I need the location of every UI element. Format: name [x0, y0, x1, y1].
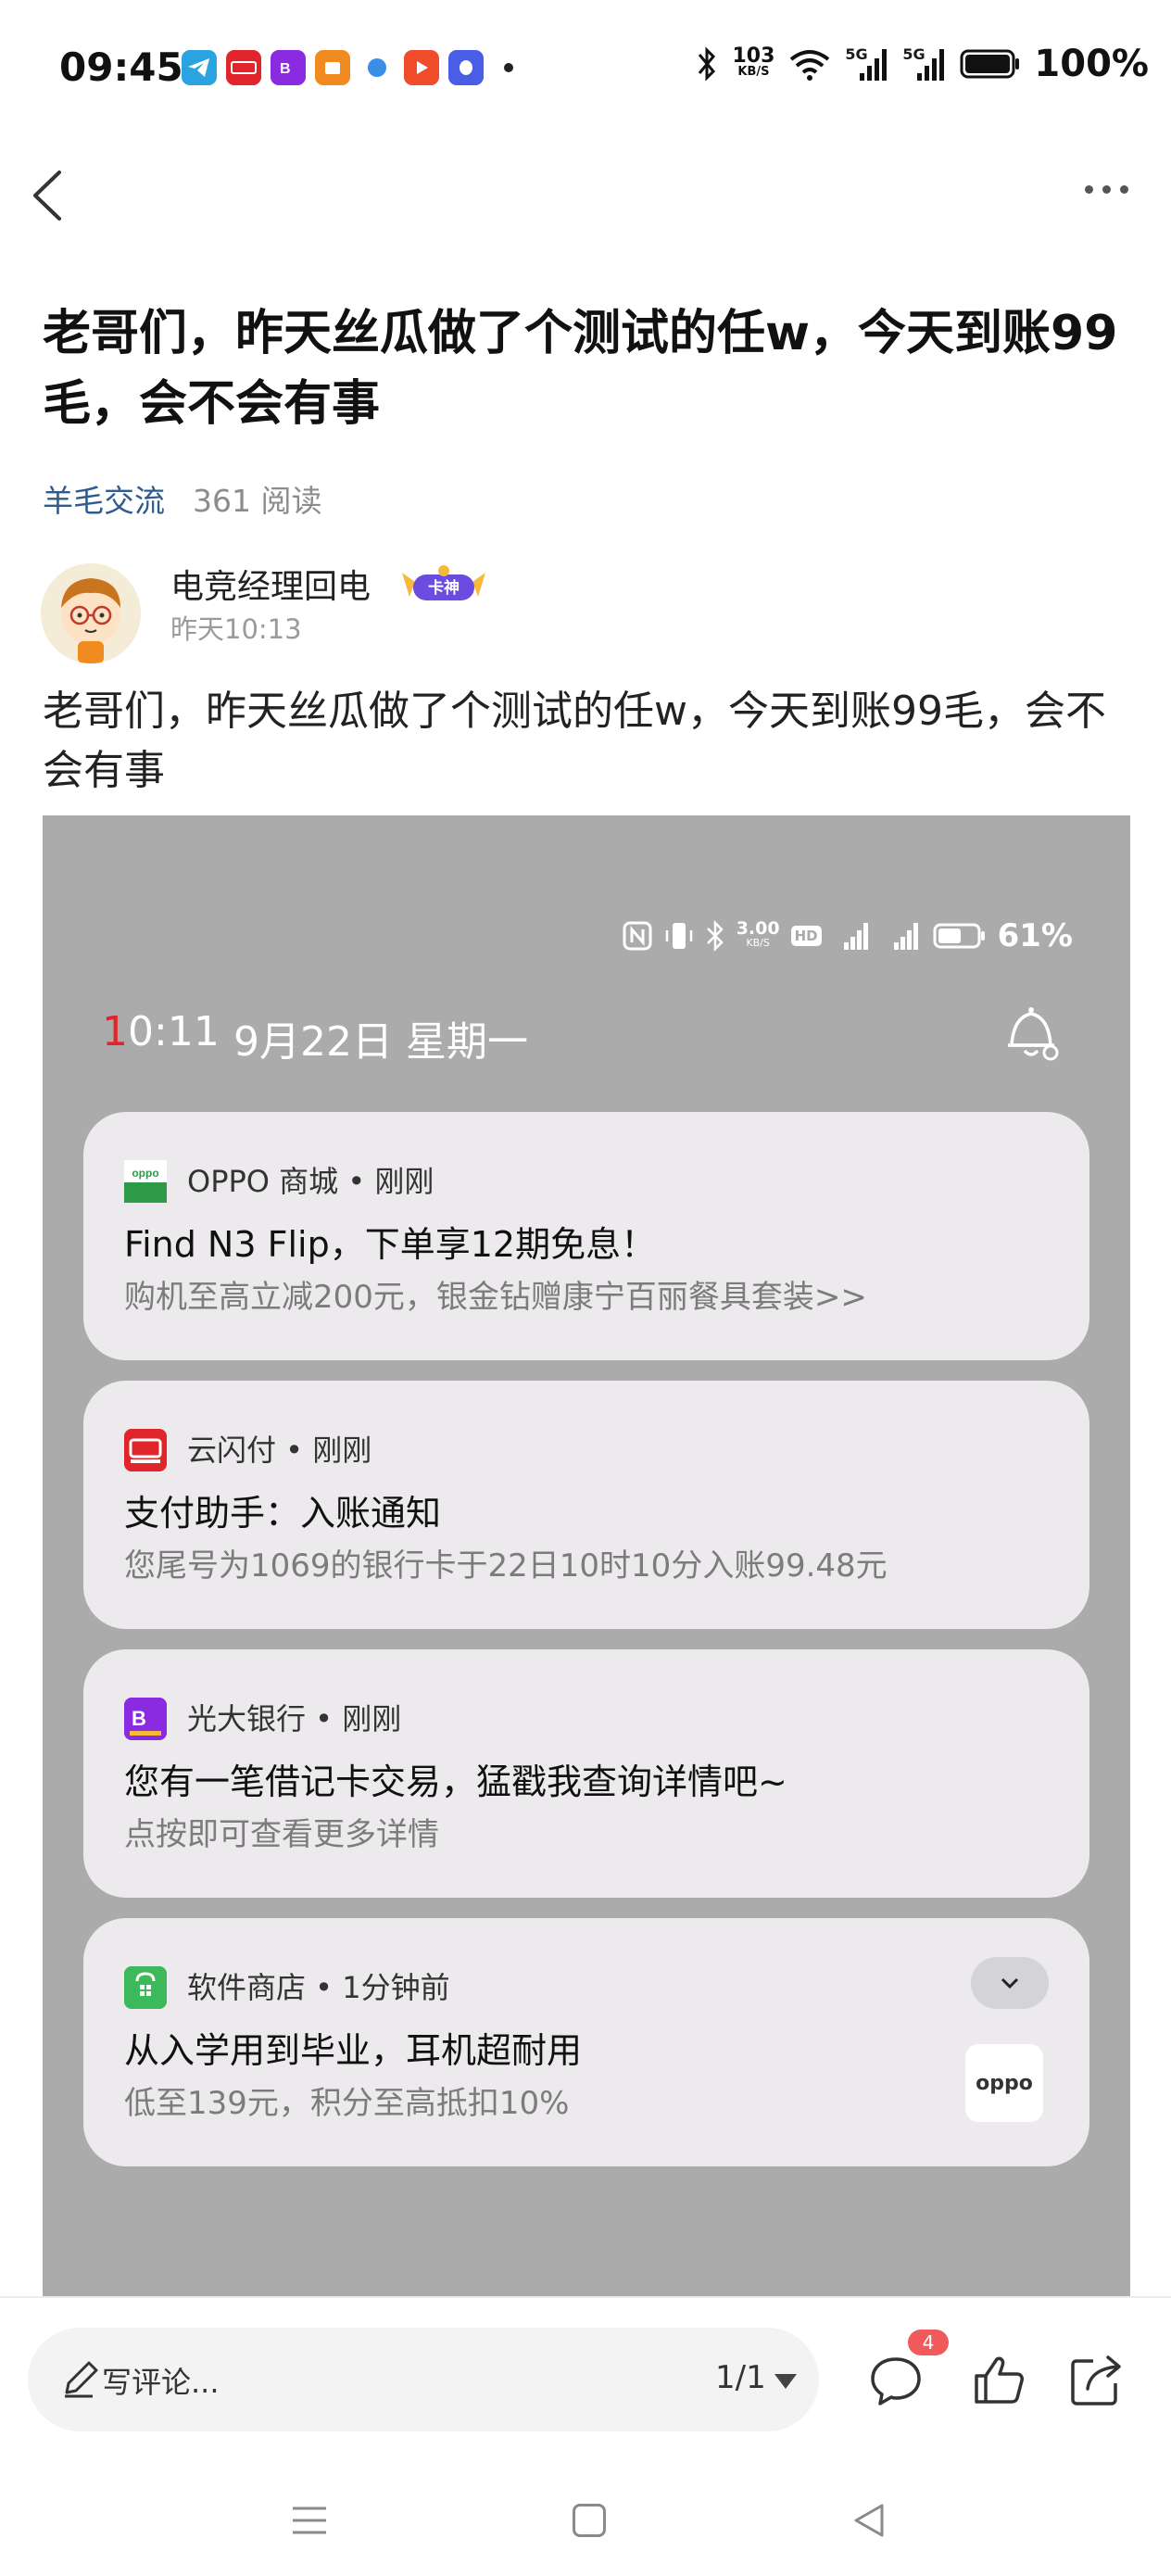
- more-notifications-dot: [504, 63, 513, 72]
- notification-body: 低至139元，积分至高抵扣10%: [124, 2085, 570, 2122]
- read-count: 361 阅读: [193, 483, 322, 519]
- notification-source: 云闪付 • 刚刚: [187, 1433, 372, 1468]
- notification-body: 点按即可查看更多详情: [124, 1816, 439, 1853]
- notification-body: 您尾号为1069的银行卡于22日10时10分入账99.48元: [124, 1547, 888, 1585]
- post-body: 老哥们，昨天丝瓜做了个测试的任w，今天到账99毛，会不会有事: [43, 688, 1106, 794]
- status-app-icons: B: [182, 50, 513, 85]
- vibrate-icon: [665, 923, 692, 949]
- shot-date: 9月22日 星期一: [233, 1018, 528, 1066]
- browser-icon: [359, 50, 395, 85]
- comment-input[interactable]: 写评论... 1/1: [28, 2328, 819, 2431]
- notification-card-oppo-store[interactable]: oppo OPPO 商城 • 刚刚 Find N3 Flip，下单享12期免息！…: [83, 1112, 1089, 1360]
- post-time: 昨天10:13: [170, 613, 302, 645]
- like-icon[interactable]: [971, 2352, 1028, 2409]
- nfc-icon: [623, 921, 652, 951]
- svg-text:卡神: 卡神: [428, 578, 460, 598]
- shot-net-speed: 3.00 KB/S: [736, 918, 780, 950]
- comment-icon[interactable]: [867, 2352, 925, 2409]
- telegram-icon: [182, 50, 217, 85]
- page-dropdown-caret-icon[interactable]: [774, 2374, 797, 2389]
- yunshanfu-icon: [226, 50, 261, 85]
- kashen-badge: 卡神: [393, 560, 495, 610]
- notification-card-everbright-bank[interactable]: B 光大银行 • 刚刚 您有一笔借记卡交易，猛戳我查询详情吧~ 点按即可查看更多…: [83, 1649, 1089, 1898]
- status-time: 09:45: [59, 44, 183, 90]
- status-right: 103 KB/S 5G 5G 100%: [695, 43, 1149, 85]
- signal-1-icon: 5G: [845, 45, 889, 82]
- post-image-screenshot[interactable]: 3.00 KB/S HD 61% 10:11 9月22日 星期一 oppo OP…: [43, 815, 1130, 2298]
- back-icon[interactable]: [26, 165, 72, 226]
- page-indicator[interactable]: 1/1: [715, 2359, 766, 2396]
- notification-title: Find N3 Flip，下单享12期免息！: [124, 1224, 657, 1265]
- app-store-icon: [124, 1966, 167, 2009]
- status-bar: 09:45 B 103 KB/S 5G 5G 100%: [0, 0, 1171, 139]
- notification-source: OPPO 商城 • 刚刚: [187, 1164, 434, 1199]
- everbright-bank-icon: B: [124, 1698, 167, 1740]
- home-icon[interactable]: [573, 2504, 606, 2537]
- notification-source: 光大银行 • 刚刚: [187, 1701, 402, 1736]
- signal-2-icon: 5G: [902, 45, 947, 82]
- svg-text:B: B: [132, 1707, 146, 1730]
- bluetooth-icon: [699, 46, 716, 82]
- more-options-icon[interactable]: [1085, 185, 1128, 194]
- post-meta: 羊毛交流 361 阅读: [43, 476, 321, 521]
- svg-text:B: B: [280, 61, 291, 77]
- shot-signal-2-icon: [893, 923, 918, 950]
- chevron-down-icon: [1001, 1977, 1019, 1989]
- oppo-store-icon: oppo: [124, 1160, 167, 1203]
- shot-battery-icon: [933, 923, 985, 949]
- share-icon[interactable]: [1067, 2352, 1125, 2409]
- system-back-icon[interactable]: [850, 2502, 888, 2539]
- post-title: 老哥们，昨天丝瓜做了个测试的任w，今天到账99毛，会不会有事: [43, 306, 1118, 432]
- notification-title: 从入学用到毕业，耳机超耐用: [124, 2030, 583, 2071]
- notification-card-app-store[interactable]: 软件商店 • 1分钟前 从入学用到毕业，耳机超耐用 低至139元，积分至高抵扣1…: [83, 1918, 1089, 2166]
- notification-thumbnail: oppo: [965, 2044, 1043, 2122]
- pencil-icon: [65, 2361, 98, 2398]
- shot-signal-1-icon: [843, 923, 868, 950]
- notification-title: 您有一笔借记卡交易，猛戳我查询详情吧~: [124, 1762, 787, 1802]
- system-navigation-bar: [0, 2456, 1171, 2576]
- notification-body: 购机至高立减200元，银金钻赠康宁百丽餐具套装>>: [124, 1279, 867, 1316]
- bank-icon: B: [271, 50, 306, 85]
- notification-source: 软件商店 • 1分钟前: [187, 1970, 450, 2005]
- notification-settings-bell-icon: [1008, 1007, 1059, 1061]
- notification-title: 支付助手：入账通知: [124, 1493, 442, 1534]
- video-icon: [404, 50, 439, 85]
- wifi-icon: [790, 50, 830, 81]
- yunshanfu-icon: [124, 1429, 167, 1471]
- qq-icon: [448, 50, 484, 85]
- shot-status-bar: 3.00 KB/S HD 61%: [622, 917, 1073, 954]
- shot-battery-percent: 61%: [997, 917, 1073, 954]
- bottom-divider: [0, 2296, 1171, 2298]
- comment-count-badge: 4: [908, 2330, 949, 2355]
- expand-chevron-button[interactable]: [971, 1957, 1049, 2009]
- shot-clock: 10:11: [102, 1008, 220, 1055]
- hd-badge: HD: [790, 926, 822, 946]
- battery-percent: 100%: [1034, 43, 1149, 85]
- battery-icon: [960, 49, 1020, 79]
- recent-apps-icon[interactable]: [291, 2504, 328, 2537]
- notification-card-yunshanfu[interactable]: 云闪付 • 刚刚 支付助手：入账通知 您尾号为1069的银行卡于22日10时10…: [83, 1381, 1089, 1629]
- comment-placeholder: 写评论...: [102, 2365, 220, 2400]
- author-name[interactable]: 电竞经理回电: [170, 560, 371, 608]
- taobao-icon: [315, 50, 350, 85]
- author-avatar[interactable]: [41, 563, 141, 663]
- net-speed: 103 KB/S: [732, 44, 775, 80]
- category-link[interactable]: 羊毛交流: [43, 476, 165, 521]
- svg-text:oppo: oppo: [132, 1167, 158, 1180]
- shot-bluetooth-icon: [706, 920, 724, 952]
